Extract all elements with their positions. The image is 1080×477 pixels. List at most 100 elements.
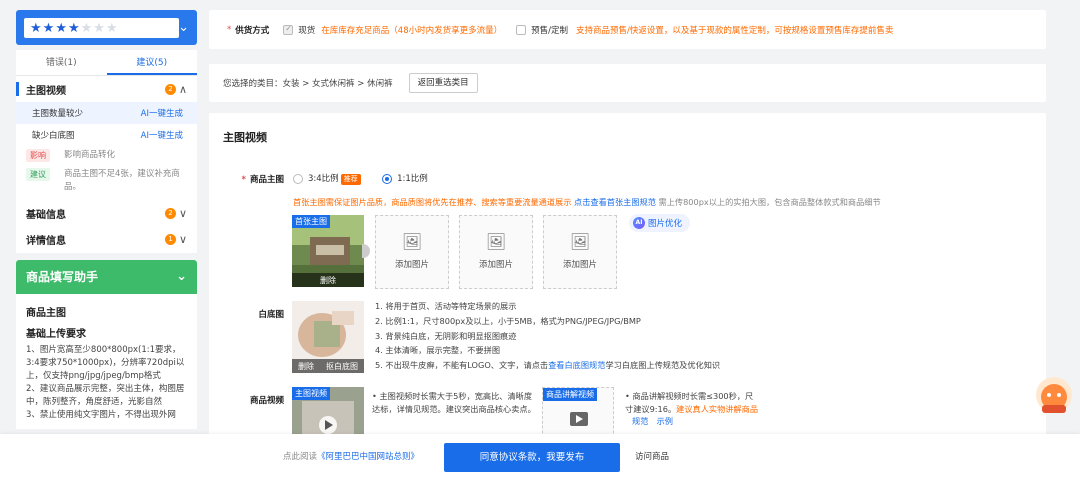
star-icon: ★	[30, 20, 42, 36]
helper-heading: 商品主图	[26, 307, 66, 319]
star-icon: ★	[105, 20, 118, 36]
first-main-image[interactable]: 首张主图 删除	[292, 215, 364, 287]
white-image-spec-link[interactable]: 查看白底图规范	[548, 360, 605, 370]
tab-errors[interactable]: 错误(1)	[16, 50, 107, 75]
helper-line: 3、禁止使用纯文字图片，不得出现外网	[26, 410, 176, 421]
helper-line: 2、建议商品展示完整，突出主体，构图居中，陈列整齐，角度舒适，光影自然	[26, 384, 185, 408]
suggest-tag: 建议	[26, 168, 50, 181]
presale-label: 预售/定制	[531, 25, 568, 36]
ratio-options: 3:4比例 推荐 1:1比例	[293, 172, 428, 185]
list-item[interactable]: 缺少白底图 AI一键生成	[16, 124, 197, 146]
explain-guide-link[interactable]: 建议真人实物讲解商品	[676, 404, 758, 414]
chevron-down-icon[interactable]: ∨	[179, 207, 187, 220]
section-basic-info[interactable]: 基础信息 2 ∨	[16, 201, 197, 227]
white-image-label: 白底图	[258, 310, 284, 320]
presale-desc: 支持商品预售/快返设置，以及基于现款的属性定制，可按规格设置预售库存提前售卖	[575, 25, 894, 36]
supply-method-row: * 供货方式 现货 在库库存充足商品（48小时内发货享更多流量） 预售/定制 支…	[209, 10, 1046, 49]
image-divider-handle	[362, 244, 370, 258]
video-desc: • 主图视频时长需大于5秒，宽高比、清晰度达标，详情见规范。建议突出商品核心卖点…	[372, 391, 536, 414]
main-image-spec-link[interactable]: 点击查看首张主图规范	[574, 197, 656, 207]
presale-checkbox[interactable]	[516, 24, 527, 35]
helper-line: 1、图片宽高至少800*800px(1:1要求，3:4要求750*1000px)…	[26, 344, 185, 381]
item-label: 缺少白底图	[32, 131, 75, 141]
ratio-3-4-radio[interactable]	[293, 173, 303, 184]
video-label: 商品视频	[249, 396, 284, 406]
spot-desc: 在库库存充足商品（48小时内发货享更多流量）	[321, 25, 503, 36]
video-tag: 主图视频	[292, 387, 330, 400]
left-sidebar: ★ ★ ★ ★ ★ ★ ★ ⌄ 错误(1) 建议(5) 主图视频 2 ∧ 主图数…	[16, 10, 197, 429]
bottom-action-bar: 点此阅读《阿里巴巴中国网站总则》 同意协议条款，我要发布 访问商品	[0, 434, 1080, 477]
count-badge: 2	[164, 208, 176, 219]
image-actions: 删除 抠白底图	[292, 359, 364, 373]
white-image-rules: 1. 将用于首页、活动等特定场景的展示 2. 比例1:1，尺寸800px及以上，…	[375, 301, 721, 371]
section-title: 详情信息	[26, 236, 66, 247]
category-prefix: 您选择的类目：	[223, 79, 283, 89]
star-icon: ★	[80, 20, 93, 36]
supply-label: 供货方式	[235, 25, 270, 36]
explain-video-desc: • 商品讲解视频时长需≤300秒，尺寸建议9:16。建议真人实物讲解商品 规范 示…	[625, 391, 759, 427]
helper-header[interactable]: 商品填写助手 ⌄	[16, 259, 197, 294]
delete-button[interactable]: 删除	[298, 361, 314, 372]
main-media-card: 主图视频 * 商品主图 3:4比例 推荐 1:1比例 首张主图需保证图片品质，商品质…	[209, 113, 1046, 443]
agreement-link[interactable]: 《阿里巴巴中国网站总则》	[317, 452, 419, 462]
main-image-notice: 首张主图需保证图片品质，商品质图将优先在推荐、搜索等重要流量通道展示 点击查看首…	[293, 197, 881, 207]
tab-suggestions[interactable]: 建议(5)	[106, 50, 197, 75]
image-icon: 🖼	[569, 232, 591, 251]
impact-tag: 影响	[26, 149, 50, 162]
impact-text: 影响商品转化	[64, 150, 116, 160]
image-actions: 删除	[292, 273, 364, 287]
chevron-down-icon[interactable]: ⌄	[176, 269, 187, 284]
publish-button[interactable]: 同意协议条款，我要发布	[444, 443, 620, 472]
checklist-tabs: 错误(1) 建议(5)	[16, 50, 197, 76]
add-image-slot[interactable]: 🖼 添加图片	[375, 215, 449, 289]
category-path: 女装 > 女式休闲裤 > 休闲裤	[282, 79, 393, 89]
add-image-slot[interactable]: 🖼 添加图片	[543, 215, 617, 289]
cutout-button[interactable]: 抠白底图	[326, 361, 358, 372]
count-badge: 1	[164, 234, 176, 245]
image-optimize-button[interactable]: AI 图片优化	[629, 214, 691, 232]
first-image-tag: 首张主图	[292, 215, 330, 228]
visit-product-link[interactable]: 访问商品	[635, 450, 669, 462]
ratio-1-1-radio[interactable]	[382, 173, 393, 184]
explain-spec-link[interactable]: 规范	[632, 416, 648, 426]
ratio-1-1-label: 1:1比例	[397, 174, 428, 184]
star-icon: ★	[93, 20, 105, 36]
star-rating: ★ ★ ★ ★ ★ ★ ★	[24, 18, 179, 38]
impact-row: 影响 影响商品转化	[16, 146, 197, 165]
assistant-mascot-icon[interactable]	[1034, 375, 1074, 419]
agreement-text: 点此阅读《阿里巴巴中国网站总则》	[283, 451, 420, 462]
section-title: 主图视频	[26, 85, 66, 97]
helper-body: 商品主图 基础上传要求 1、图片宽高至少800*800px(1:1要求，3:4要…	[16, 294, 197, 429]
explain-video-tag: 商品讲解视频	[543, 388, 597, 401]
ai-generate-link[interactable]: AI一键生成	[141, 129, 183, 141]
ai-icon: AI	[633, 217, 645, 229]
checklist-panel: 错误(1) 建议(5) 主图视频 2 ∧ 主图数量较少 AI一键生成 缺少白底图…	[16, 50, 197, 253]
spot-label: 现货	[298, 25, 316, 36]
main-image-label: * 商品主图	[241, 175, 284, 185]
chevron-down-icon[interactable]: ⌄	[178, 20, 189, 35]
section-title: 主图视频	[223, 131, 267, 144]
category-row: 您选择的类目： 女装 > 女式休闲裤 > 休闲裤 返回重选类目	[209, 64, 1046, 102]
ai-generate-link[interactable]: AI一键生成	[141, 107, 183, 119]
image-icon: 🖼	[401, 232, 423, 251]
quality-score-bar[interactable]: ★ ★ ★ ★ ★ ★ ★ ⌄	[16, 10, 197, 45]
spot-checkbox[interactable]	[283, 24, 294, 35]
chevron-up-icon[interactable]: ∧	[179, 83, 187, 96]
add-image-slot[interactable]: 🖼 添加图片	[459, 215, 533, 289]
section-main-video[interactable]: 主图视频 2 ∧	[16, 76, 197, 102]
required-mark: *	[227, 24, 232, 35]
explain-example-link[interactable]: 示例	[657, 416, 673, 426]
star-icon: ★	[67, 20, 80, 36]
delete-button[interactable]: 删除	[320, 275, 336, 286]
chevron-down-icon[interactable]: ∨	[179, 233, 187, 246]
fill-helper-panel: 商品填写助手 ⌄ 商品主图 基础上传要求 1、图片宽高至少800*800px(1…	[16, 259, 197, 429]
suggest-row: 建议 商品主图不足4张，建议补充商品。	[16, 165, 197, 197]
ratio-3-4-label: 3:4比例	[308, 174, 339, 184]
section-detail-info[interactable]: 详情信息 1 ∨	[16, 227, 197, 253]
helper-subheading: 基础上传要求	[26, 328, 86, 340]
helper-title: 商品填写助手	[26, 270, 99, 284]
video-icon	[570, 412, 588, 426]
white-image-thumb[interactable]: 删除 抠白底图	[292, 301, 364, 373]
reselect-category-button[interactable]: 返回重选类目	[408, 73, 478, 93]
list-item[interactable]: 主图数量较少 AI一键生成	[16, 102, 197, 124]
